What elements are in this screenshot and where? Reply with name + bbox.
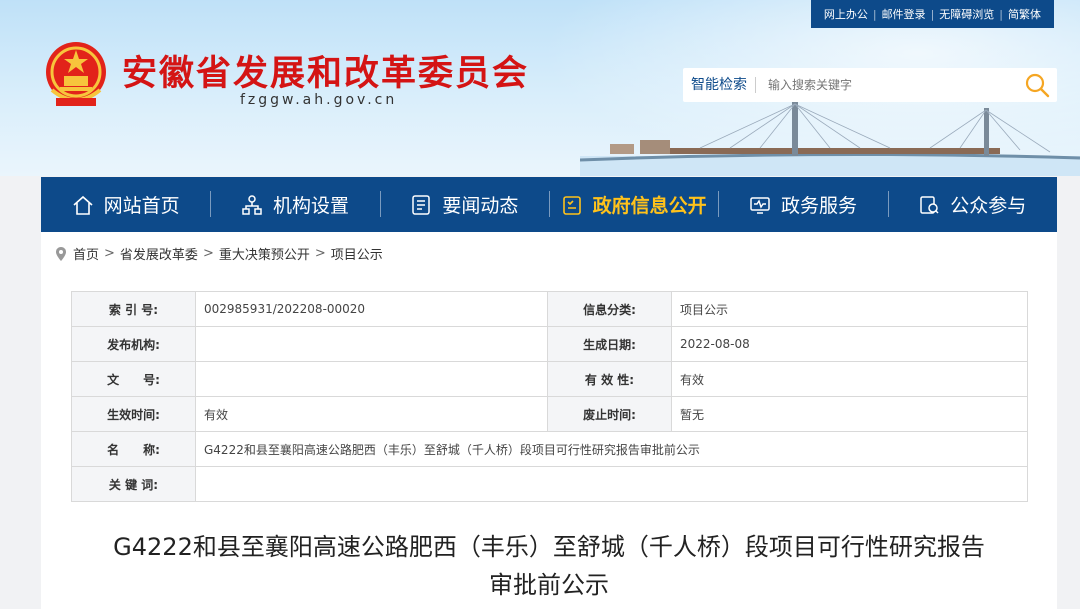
top-link-simplified-traditional[interactable]: 简繁体 — [1003, 6, 1046, 22]
nav-item-label: 网站首页 — [103, 195, 180, 217]
breadcrumb: 首页 > 省发展改革委 > 重大决策预公开 > 项目公示 — [55, 244, 383, 263]
separator: | — [999, 7, 1003, 21]
main-nav: 网站首页 机构设置 要闻动态 政府信息公开 政务服务 公众参与 — [41, 177, 1057, 232]
site-title[interactable]: 安徽省发展和改革委员会 — [122, 45, 529, 96]
meta-value: 有效 — [195, 396, 548, 432]
breadcrumb-project-notice[interactable]: 项目公示 — [331, 244, 383, 263]
top-links-bar: 网上办公 | 邮件登录 | 无障碍浏览 | 简繁体 — [810, 0, 1054, 28]
nav-item-label: 机构设置 — [272, 195, 349, 217]
search-label: 智能检索 — [683, 77, 756, 93]
table-row: 关 键 词: — [71, 466, 1028, 502]
top-link-accessibility[interactable]: 无障碍浏览 — [934, 6, 999, 22]
meta-value: G4222和县至襄阳高速公路肥西（丰乐）至舒城（千人桥）段项目可行性研究报告审批… — [195, 431, 1028, 467]
breadcrumb-separator: > — [314, 246, 326, 261]
search-input[interactable] — [756, 77, 1017, 93]
nav-item-public-participation[interactable]: 公众参与 — [887, 177, 1057, 232]
separator: | — [872, 7, 877, 21]
meta-value: 2022-08-08 — [671, 326, 1028, 362]
meta-label: 名 称: — [71, 431, 196, 467]
public-participation-icon — [918, 194, 940, 216]
document-title-line: G4222和县至襄阳高速公路肥西（丰乐）至舒城（千人桥）段项目可行性研究报告 — [113, 533, 985, 561]
table-row: 文 号: 有 效 性: 有效 — [71, 361, 1028, 397]
nav-item-label: 政务服务 — [780, 195, 857, 217]
meta-label: 文 号: — [71, 361, 196, 397]
separator: | — [930, 7, 935, 21]
search-icon — [1025, 73, 1050, 98]
bridge-banner-image — [580, 100, 1080, 176]
meta-value: 有效 — [671, 361, 1028, 397]
meta-label: 生成日期: — [547, 326, 672, 362]
search-button[interactable] — [1017, 68, 1057, 102]
meta-value — [195, 361, 548, 397]
table-row: 生效时间: 有效 废止时间: 暂无 — [71, 396, 1028, 432]
nav-item-home[interactable]: 网站首页 — [41, 177, 210, 232]
meta-label: 生效时间: — [71, 396, 196, 432]
top-link-mail-login[interactable]: 邮件登录 — [877, 6, 931, 22]
nav-item-label: 政府信息公开 — [592, 195, 707, 217]
table-row: 发布机构: 生成日期: 2022-08-08 — [71, 326, 1028, 362]
nav-item-news[interactable]: 要闻动态 — [379, 177, 549, 232]
org-chart-icon — [241, 194, 263, 216]
home-icon — [72, 194, 94, 216]
location-pin-icon — [55, 246, 67, 262]
search-box: 智能检索 — [683, 68, 1057, 102]
breadcrumb-major-decisions[interactable]: 重大决策预公开 — [219, 244, 310, 263]
breadcrumb-separator: > — [202, 246, 214, 261]
meta-label: 索 引 号: — [71, 291, 196, 327]
metadata-table: 索 引 号: 002985931/202208-00020 信息分类: 项目公示… — [71, 291, 1028, 502]
meta-value — [195, 466, 1028, 502]
meta-value: 暂无 — [671, 396, 1028, 432]
document-title-line: 审批前公示 — [489, 571, 609, 599]
breadcrumb-separator: > — [104, 246, 115, 261]
meta-value: 项目公示 — [671, 291, 1028, 327]
meta-value: 002985931/202208-00020 — [195, 291, 548, 327]
breadcrumb-home[interactable]: 首页 — [73, 244, 99, 263]
breadcrumb-ndrc[interactable]: 省发展改革委 — [120, 244, 198, 263]
nav-item-info-disclosure[interactable]: 政府信息公开 — [548, 177, 718, 232]
nav-item-organization[interactable]: 机构设置 — [210, 177, 379, 232]
meta-label: 发布机构: — [71, 326, 196, 362]
monitor-icon — [749, 194, 771, 216]
meta-label: 关 键 词: — [71, 466, 196, 502]
site-header: 网上办公 | 邮件登录 | 无障碍浏览 | 简繁体 安徽省发展和改革委员会 fzggw… — [0, 0, 1080, 176]
meta-value — [195, 326, 548, 362]
document-title: G4222和县至襄阳高速公路肥西（丰乐）至舒城（千人桥）段项目可行性研究报告 审… — [41, 528, 1057, 604]
national-emblem-logo[interactable] — [42, 40, 110, 108]
nav-item-label: 公众参与 — [950, 195, 1027, 217]
news-icon — [410, 194, 432, 216]
meta-label: 废止时间: — [547, 396, 672, 432]
table-row: 名 称: G4222和县至襄阳高速公路肥西（丰乐）至舒城（千人桥）段项目可行性研… — [71, 431, 1028, 467]
top-link-online-office[interactable]: 网上办公 — [819, 6, 873, 22]
meta-label: 有 效 性: — [547, 361, 672, 397]
main-content: 首页 > 省发展改革委 > 重大决策预公开 > 项目公示 索 引 号: 0029… — [41, 232, 1057, 609]
info-disclosure-icon — [561, 194, 583, 216]
table-row: 索 引 号: 002985931/202208-00020 信息分类: 项目公示 — [71, 291, 1028, 327]
nav-item-label: 要闻动态 — [442, 195, 519, 217]
nav-item-services[interactable]: 政务服务 — [718, 177, 887, 232]
site-domain: fzggw.ah.gov.cn — [240, 92, 398, 108]
meta-label: 信息分类: — [547, 291, 672, 327]
